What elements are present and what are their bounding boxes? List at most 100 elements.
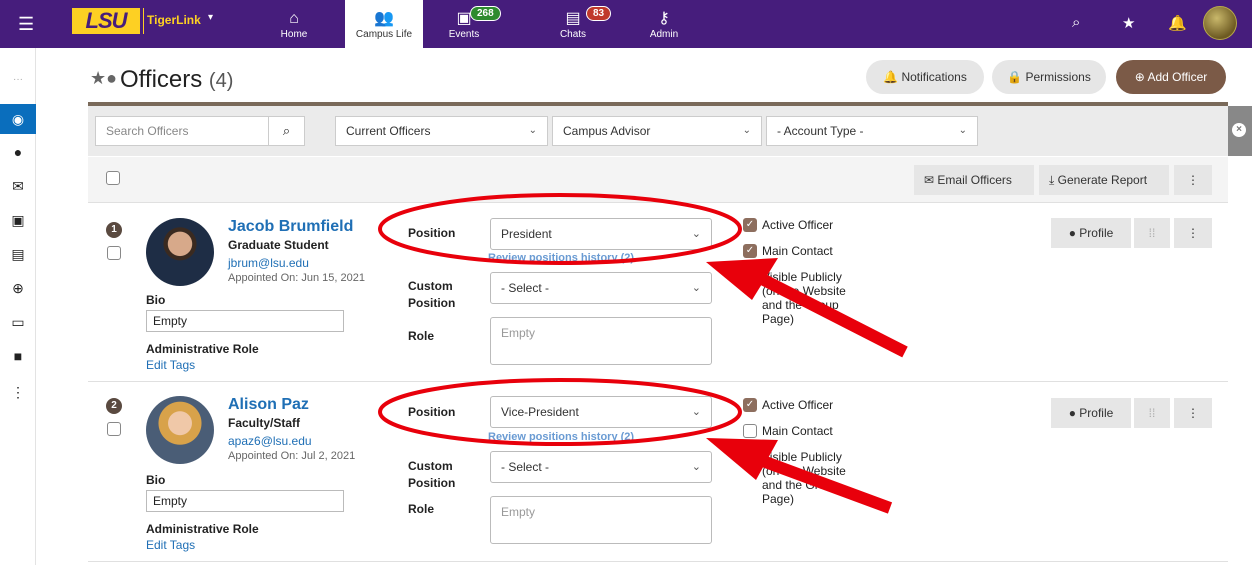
row-more-button[interactable]: ⋮ bbox=[1174, 218, 1212, 248]
row-more-button[interactable]: ⋮ bbox=[1174, 398, 1212, 428]
lsu-logo[interactable]: LSU bbox=[72, 8, 140, 34]
folder-icon[interactable]: ■ bbox=[0, 348, 36, 364]
officer-email[interactable]: jbrum@lsu.edu bbox=[228, 256, 309, 270]
nav-campus-life-label: Campus Life bbox=[355, 29, 413, 40]
visible-publicly-checkbox[interactable]: ✓ bbox=[743, 450, 757, 464]
officer-photo bbox=[146, 218, 214, 286]
officer-status-select[interactable]: Current Officers ⌄ bbox=[335, 116, 548, 146]
nav-home[interactable]: ⌂ Home bbox=[258, 0, 330, 48]
officer-status-value: Current Officers bbox=[346, 124, 431, 138]
custom-position-label-line2: Position bbox=[408, 296, 456, 310]
edit-tags-link[interactable]: Edit Tags bbox=[146, 538, 195, 552]
main-contact-checkbox[interactable]: ✓ bbox=[743, 244, 757, 258]
profile-button[interactable]: ● Profile bbox=[1051, 218, 1131, 248]
officer-select-checkbox[interactable] bbox=[107, 422, 121, 436]
custom-position-value: - Select - bbox=[501, 460, 550, 474]
active-officer-label: Active Officer bbox=[762, 218, 834, 232]
custom-position-select[interactable]: - Select - ⌄ bbox=[490, 272, 712, 304]
dashboard-icon[interactable]: ◉ bbox=[0, 104, 36, 134]
permissions-button[interactable]: 🔒 Permissions bbox=[992, 60, 1106, 94]
add-officer-label: Add Officer bbox=[1147, 70, 1208, 84]
chevron-down-icon: ⌄ bbox=[958, 125, 967, 136]
main-contact-checkbox[interactable] bbox=[743, 424, 757, 438]
visible-publicly-line3: and the Group bbox=[762, 298, 839, 312]
more-dots-icon[interactable]: ··· bbox=[0, 74, 36, 85]
officer-email[interactable]: apaz6@lsu.edu bbox=[228, 434, 312, 448]
main-contact-label: Main Contact bbox=[762, 424, 833, 438]
account-type-select[interactable]: - Account Type - ⌄ bbox=[766, 116, 978, 146]
email-officers-label: Email Officers bbox=[937, 173, 1012, 187]
active-officer-checkbox[interactable]: ✓ bbox=[743, 398, 757, 412]
notifications-label: Notifications bbox=[901, 70, 967, 84]
star-icon[interactable]: ★ bbox=[1122, 14, 1135, 32]
profile-label: Profile bbox=[1079, 226, 1114, 240]
search-button[interactable]: ⌕ bbox=[268, 116, 305, 146]
clipboard-icon[interactable]: ▤ bbox=[0, 246, 36, 263]
bio-field[interactable]: Empty bbox=[146, 490, 344, 512]
positions-history-link[interactable]: Review positions history (2) bbox=[488, 431, 634, 443]
bio-field[interactable]: Empty bbox=[146, 310, 344, 332]
more-vertical-icon: ⋮ bbox=[1187, 406, 1199, 420]
position-select[interactable]: Vice-President ⌄ bbox=[490, 396, 712, 428]
more-vertical-icon[interactable]: ⋮ bbox=[0, 384, 36, 401]
visible-publicly-line2: (on the Website bbox=[762, 464, 846, 478]
position-select[interactable]: President ⌄ bbox=[490, 218, 712, 250]
search-icon[interactable]: ⌕ bbox=[1072, 14, 1080, 31]
edit-tags-link[interactable]: Edit Tags bbox=[146, 358, 195, 372]
chevron-down-icon: ⌄ bbox=[528, 125, 537, 136]
bulk-actions-row: ✉ Email Officers ⤓ Generate Report ⋮ bbox=[88, 157, 1228, 203]
officer-appointed-date: Appointed On: Jun 15, 2021 bbox=[228, 272, 365, 284]
bio-label: Bio bbox=[146, 293, 166, 307]
brand-caret-icon[interactable]: ▾ bbox=[208, 12, 213, 23]
role-textarea[interactable]: Empty bbox=[490, 496, 712, 544]
advisor-select[interactable]: Campus Advisor ⌄ bbox=[552, 116, 762, 146]
plus-circle-icon: ⊕ bbox=[1134, 70, 1145, 84]
select-all-checkbox[interactable] bbox=[106, 171, 120, 185]
more-vertical-icon: ⋮ bbox=[1187, 173, 1199, 187]
profile-button[interactable]: ● Profile bbox=[1051, 398, 1131, 428]
nav-chats-label: Chats bbox=[559, 29, 587, 40]
user-avatar[interactable] bbox=[1203, 6, 1237, 40]
home-icon: ⌂ bbox=[289, 10, 299, 27]
position-label: Position bbox=[408, 226, 456, 240]
officers-icon: ★● bbox=[90, 68, 118, 88]
active-officer-checkbox[interactable]: ✓ bbox=[743, 218, 757, 232]
officer-select-checkbox[interactable] bbox=[107, 246, 121, 260]
visible-publicly-label: Visible Publicly (on the Website and the… bbox=[762, 270, 862, 326]
chevron-down-icon: ⌄ bbox=[691, 461, 701, 473]
brand-name[interactable]: TigerLink bbox=[147, 13, 201, 27]
drag-handle-icon[interactable]: ⁞⁞ bbox=[1134, 218, 1170, 248]
notifications-button[interactable]: 🔔 Notifications bbox=[866, 60, 984, 94]
envelope-icon: ✉ bbox=[924, 173, 935, 187]
visible-publicly-checkbox[interactable]: ✓ bbox=[743, 270, 757, 284]
drag-handle-icon[interactable]: ⁞⁞ bbox=[1134, 398, 1170, 428]
nav-admin[interactable]: ⚷ Admin bbox=[628, 0, 700, 48]
administrative-role-label: Administrative Role bbox=[146, 342, 259, 356]
officer-name[interactable]: Alison Paz bbox=[228, 396, 309, 414]
top-nav-bar: ☰ LSU TigerLink ▾ ⌂ Home 👥 Campus Life ▣… bbox=[0, 0, 1252, 48]
calendar-icon[interactable]: ▣ bbox=[0, 212, 36, 229]
money-icon[interactable]: ▭ bbox=[0, 314, 36, 331]
globe-icon[interactable]: ⊕ bbox=[0, 280, 36, 297]
close-icon[interactable]: × bbox=[1232, 123, 1246, 137]
generate-report-button[interactable]: ⤓ Generate Report bbox=[1039, 165, 1169, 195]
position-value: Vice-President bbox=[501, 405, 579, 419]
officer-name[interactable]: Jacob Brumfield bbox=[228, 218, 353, 236]
bell-icon[interactable]: 🔔 bbox=[1168, 14, 1187, 32]
nav-campus-life[interactable]: 👥 Campus Life bbox=[345, 0, 423, 48]
officer-number-badge: 2 bbox=[106, 398, 122, 414]
person-icon[interactable]: ● bbox=[0, 144, 36, 160]
search-officers-input[interactable]: Search Officers bbox=[95, 116, 269, 146]
add-officer-button[interactable]: ⊕ Add Officer bbox=[1116, 60, 1226, 94]
chevron-down-icon: ⌄ bbox=[742, 125, 751, 136]
mail-icon[interactable]: ✉ bbox=[0, 178, 36, 195]
more-options-button[interactable]: ⋮ bbox=[1174, 165, 1212, 195]
role-textarea[interactable]: Empty bbox=[490, 317, 712, 365]
officer-role: Graduate Student bbox=[228, 238, 329, 252]
email-officers-button[interactable]: ✉ Email Officers bbox=[914, 165, 1034, 195]
download-icon: ⤓ bbox=[1049, 173, 1055, 187]
positions-history-link[interactable]: Review positions history (2) bbox=[488, 252, 634, 264]
custom-position-label-line1: Custom bbox=[408, 279, 453, 293]
hamburger-menu-icon[interactable]: ☰ bbox=[18, 14, 34, 35]
custom-position-select[interactable]: - Select - ⌄ bbox=[490, 451, 712, 483]
